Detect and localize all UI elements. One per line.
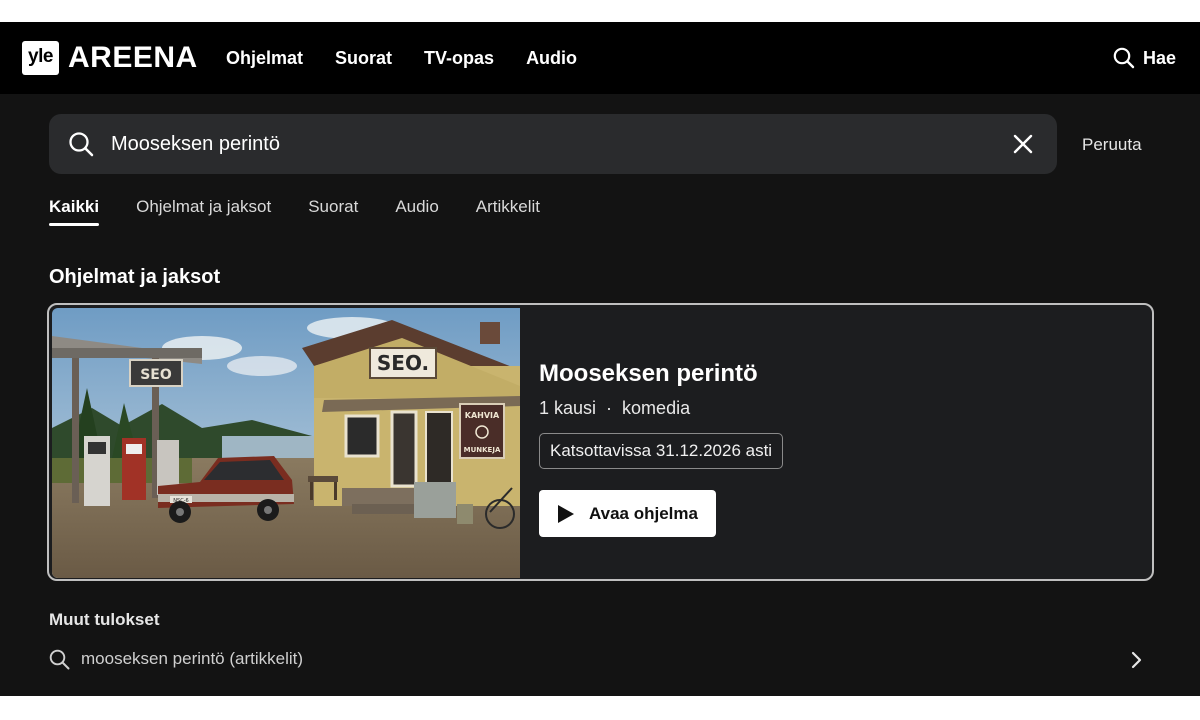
search-icon: [1113, 47, 1135, 69]
search-icon: [69, 132, 94, 157]
areena-app: yle AREENA Ohjelmat Suorat TV-opas Audio…: [0, 22, 1200, 696]
other-results-title: Muut tulokset: [49, 610, 160, 629]
cancel-search-button[interactable]: Peruuta: [1082, 134, 1142, 156]
program-title[interactable]: Mooseksen perintö: [539, 359, 758, 389]
yle-logo[interactable]: yle: [22, 41, 59, 75]
main-nav: Ohjelmat Suorat TV-opas Audio: [226, 46, 577, 70]
tab-ohjelmat-ja-jaksot[interactable]: Ohjelmat ja jaksot: [136, 196, 271, 218]
thumbnail-kahvia-sign: KAHVIA: [465, 411, 500, 420]
tab-artikkelit[interactable]: Artikkelit: [476, 196, 540, 218]
open-program-button[interactable]: Avaa ohjelma: [539, 490, 716, 537]
search-input[interactable]: [111, 126, 991, 162]
program-seasons: 1 kausi: [539, 398, 597, 418]
header-search-button[interactable]: Hae: [1113, 46, 1176, 70]
nav-item-ohjelmat[interactable]: Ohjelmat: [226, 46, 303, 70]
other-result-label: mooseksen perintö (artikkelit): [81, 649, 304, 668]
thumbnail-canopy-sign: SEO: [140, 367, 172, 383]
nav-item-suorat[interactable]: Suorat: [335, 46, 392, 70]
search-icon: [49, 649, 70, 670]
play-icon: [558, 504, 574, 523]
close-icon[interactable]: [1011, 132, 1035, 156]
thumbnail-munkeja-sign: MUNKEJA: [464, 446, 501, 454]
nav-item-tv-opas[interactable]: TV-opas: [424, 46, 494, 70]
other-result-item[interactable]: mooseksen perintö (artikkelit): [49, 644, 1149, 676]
tab-audio[interactable]: Audio: [395, 196, 438, 218]
tab-kaikki[interactable]: Kaikki: [49, 196, 100, 226]
search-filter-tabs: Kaikki Ohjelmat ja jaksot Suorat Audio A…: [49, 196, 540, 226]
areena-logo-word[interactable]: AREENA: [68, 40, 198, 76]
program-card[interactable]: SEO SEO. KAHVIA MUNKEJA NSC-6 Mooseksen …: [47, 303, 1154, 581]
chevron-right-icon: [1131, 651, 1142, 669]
section-title: Ohjelmat ja jaksot: [49, 266, 221, 288]
search-box: [49, 114, 1057, 174]
meta-separator: ·: [606, 398, 613, 418]
program-genre: komedia: [622, 398, 691, 418]
availability-badge: Katsottavissa 31.12.2026 asti: [539, 433, 784, 469]
open-program-label: Avaa ohjelma: [589, 503, 698, 523]
program-meta: 1 kausi · komedia: [539, 396, 690, 420]
header-search-label: Hae: [1142, 48, 1176, 68]
program-thumbnail[interactable]: SEO SEO. KAHVIA MUNKEJA NSC-6: [52, 308, 520, 578]
thumbnail-roof-sign: SEO.: [377, 351, 429, 375]
tab-suorat[interactable]: Suorat: [308, 196, 358, 218]
nav-item-audio[interactable]: Audio: [526, 46, 577, 70]
top-header: yle AREENA Ohjelmat Suorat TV-opas Audio…: [0, 22, 1200, 94]
